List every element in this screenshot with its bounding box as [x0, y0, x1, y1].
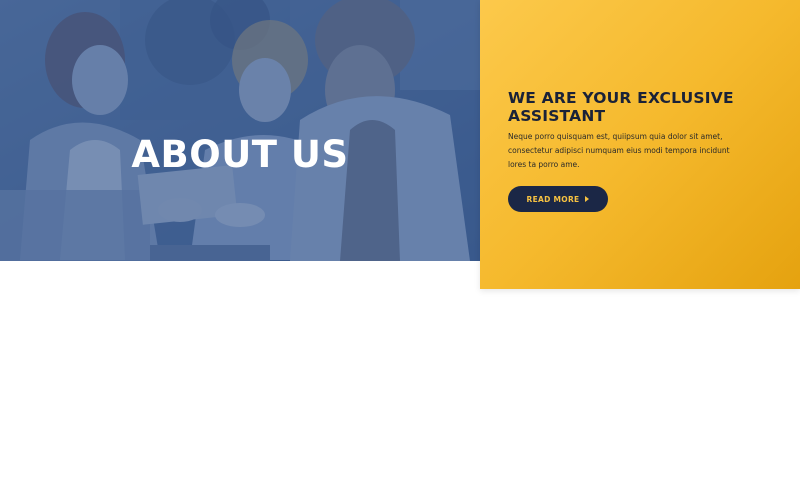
page-title: ABOUT US — [131, 132, 349, 176]
hero-banner: ABOUT US — [0, 0, 480, 261]
caret-right-icon — [585, 196, 590, 202]
card-heading: WE ARE YOUR EXCLUSIVE ASSISTANT — [508, 88, 734, 125]
intro-card: WE ARE YOUR EXCLUSIVE ASSISTANT Neque po… — [480, 0, 800, 289]
about-page: ABOUT US WE ARE YOUR EXCLUSIVE ASSISTANT… — [0, 0, 800, 482]
card-description: Neque porro quisquam est, quiipsum quia … — [508, 131, 730, 169]
read-more-label: READ MORE — [526, 194, 580, 204]
read-more-button[interactable]: READ MORE — [508, 186, 608, 212]
